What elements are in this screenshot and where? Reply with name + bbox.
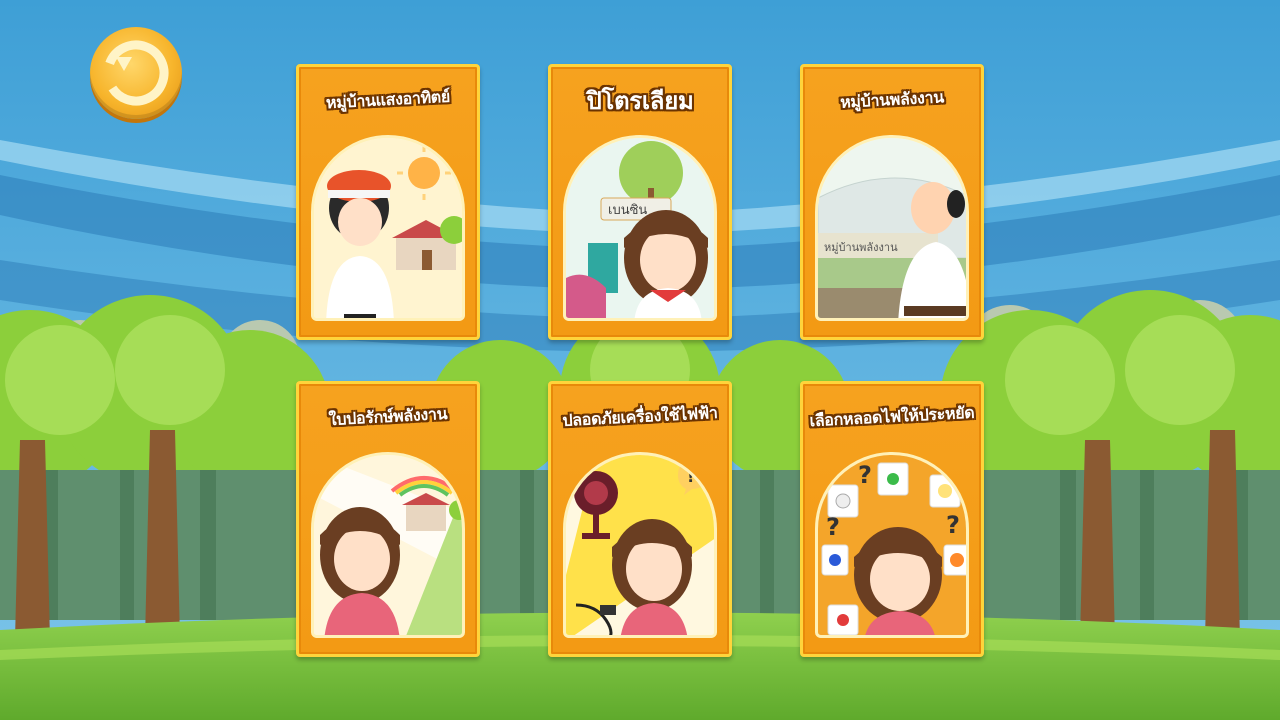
- card-title: หมู่บ้านพลังงาน: [839, 86, 945, 112]
- energy-village-illustration: หมู่บ้านพลังงาน: [815, 135, 969, 321]
- back-button[interactable]: [90, 27, 182, 119]
- petroleum-illustration: เบนซิน: [563, 135, 717, 321]
- card-electrical-safety[interactable]: ปลอดภัยเครื่องใช้ไฟฟ้า !: [548, 381, 732, 657]
- svg-text:?: ?: [858, 461, 872, 489]
- card-energy-conservation[interactable]: ใบปอรักษ์พลังงาน: [296, 381, 480, 657]
- card-petroleum[interactable]: ปิโตรเลียม เบนซิน: [548, 64, 732, 340]
- card-title: เลือกหลอดไฟให้ประหยัด: [809, 402, 975, 430]
- svg-text:!: !: [687, 467, 694, 486]
- card-choose-lightbulb[interactable]: เลือกหลอดไฟให้ประหยัด ???: [800, 381, 984, 657]
- energy-village-sign-text: หมู่บ้านพลังงาน: [824, 241, 898, 254]
- electrical-safety-illustration: !: [563, 452, 717, 638]
- energy-conservation-illustration: [311, 452, 465, 638]
- card-solar-village[interactable]: หมู่บ้านแสงอาทิตย์: [296, 64, 480, 340]
- choose-lightbulb-illustration: ???: [815, 452, 969, 638]
- card-title: ใบปอรักษ์พลังงาน: [328, 403, 448, 429]
- solar-village-illustration: [311, 135, 465, 321]
- petroleum-sign-text: เบนซิน: [608, 203, 647, 218]
- card-title: หมู่บ้านแสงอาทิตย์: [325, 86, 451, 112]
- card-title: ปิโตรเลียม: [586, 86, 694, 115]
- svg-text:?: ?: [826, 513, 840, 541]
- back-icon: [103, 40, 169, 106]
- card-energy-village[interactable]: หมู่บ้านพลังงาน หมู่บ้านพลังงาน: [800, 64, 984, 340]
- svg-text:?: ?: [946, 511, 960, 539]
- card-title: ปลอดภัยเครื่องใช้ไฟฟ้า: [561, 402, 719, 430]
